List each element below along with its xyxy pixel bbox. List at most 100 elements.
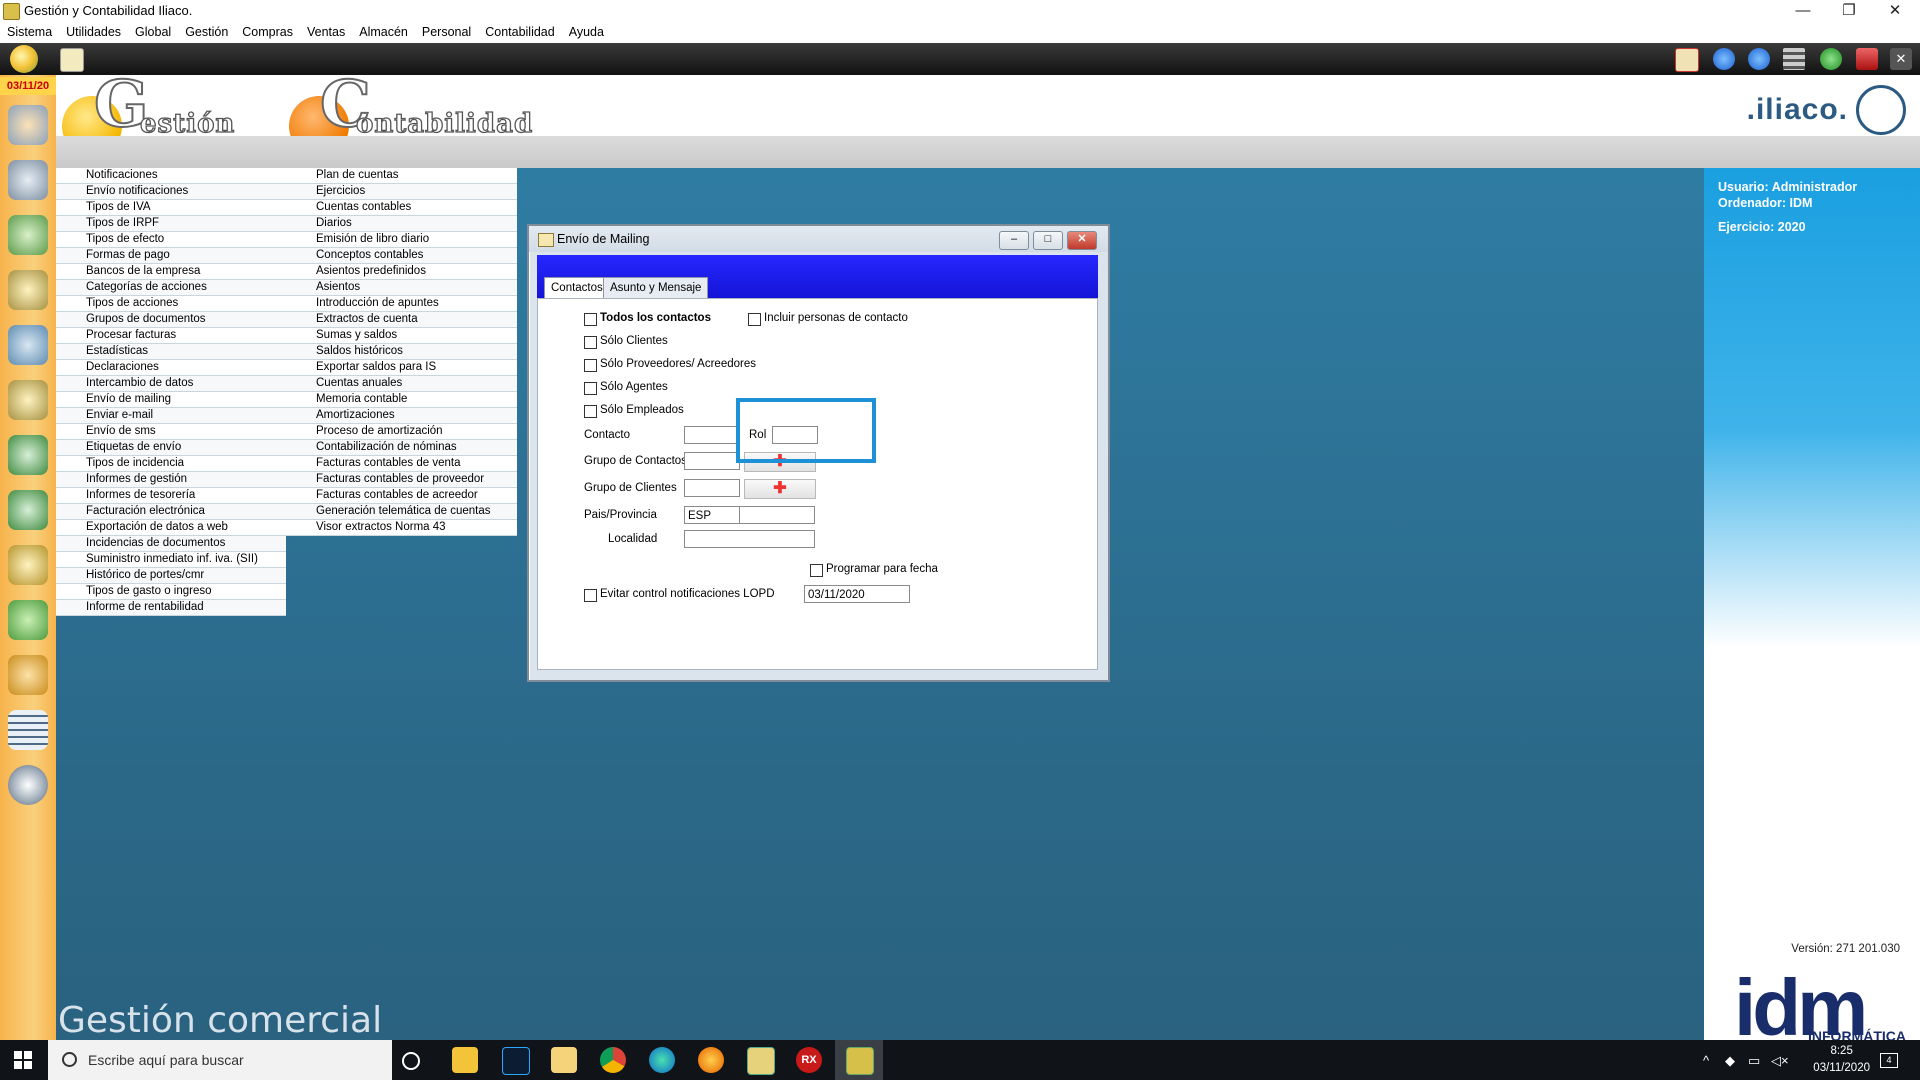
contacto-input[interactable] (684, 426, 740, 444)
contabilidad-menu-item[interactable]: Cuentas contables (286, 200, 517, 216)
gestion-menu-item[interactable]: Envío notificaciones (56, 184, 286, 200)
dialog-maximize-button[interactable]: □ (1033, 231, 1063, 250)
menu-gestion[interactable]: Gestión (178, 22, 235, 43)
gestion-menu-item[interactable]: Grupos de documentos (56, 312, 286, 328)
contabilidad-menu-item[interactable]: Saldos históricos (286, 344, 517, 360)
contabilidad-menu-item[interactable]: Amortizaciones (286, 408, 517, 424)
menu-personal[interactable]: Personal (415, 22, 478, 43)
gestion-menu-item[interactable]: Estadísticas (56, 344, 286, 360)
gestion-menu-item[interactable]: Formas de pago (56, 248, 286, 264)
grupo-clientes-add-button[interactable]: ✚ (744, 479, 816, 499)
report-icon[interactable] (8, 710, 48, 750)
windows-start-icon[interactable] (14, 1051, 32, 1069)
help-icon[interactable] (1820, 48, 1842, 70)
disc-icon[interactable] (8, 765, 48, 805)
gestion-menu-item[interactable]: Tipos de incidencia (56, 456, 286, 472)
task-view-icon[interactable] (402, 1052, 420, 1070)
gestion-menu-item[interactable]: Envío de sms (56, 424, 286, 440)
file-explorer-icon[interactable] (452, 1047, 478, 1073)
solo-clientes-checkbox[interactable] (584, 336, 597, 349)
gestion-menu-item[interactable]: Notificaciones (56, 168, 286, 184)
contabilidad-menu-item[interactable]: Conceptos contables (286, 248, 517, 264)
client-icon[interactable] (8, 215, 48, 255)
iliaco-app-icon[interactable] (747, 1047, 775, 1075)
gestion-menu-item[interactable]: Etiquetas de envío (56, 440, 286, 456)
contabilidad-menu-item[interactable]: Sumas y saldos (286, 328, 517, 344)
contabilidad-menu-item[interactable]: Generación telemática de cuentas (286, 504, 517, 520)
dropbox-icon[interactable]: ◆ (1725, 1053, 1735, 1069)
tab-asunto-mensaje[interactable]: Asunto y Mensaje (603, 277, 709, 298)
programar-checkbox[interactable] (810, 564, 823, 577)
provincia-input[interactable] (739, 506, 815, 524)
back-arrow-icon[interactable] (1713, 48, 1735, 70)
pais-input[interactable]: ESP (684, 506, 740, 524)
menu-sistema[interactable]: Sistema (0, 22, 59, 43)
mail-alert-icon[interactable] (1675, 48, 1699, 72)
contabilidad-menu-item[interactable]: Emisión de libro diario (286, 232, 517, 248)
contabilidad-menu-item[interactable]: Extractos de cuenta (286, 312, 517, 328)
fecha-input[interactable]: 03/11/2020 (804, 585, 910, 603)
gestion-menu-item[interactable]: Exportación de datos a web (56, 520, 286, 536)
contabilidad-menu-item[interactable]: Facturas contables de proveedor (286, 472, 517, 488)
folder-icon[interactable] (551, 1047, 577, 1073)
home-icon[interactable] (10, 45, 38, 73)
taskbar-clock[interactable]: 8:25 03/11/2020 (1813, 1043, 1870, 1077)
contabilidad-menu-item[interactable]: Facturas contables de venta (286, 456, 517, 472)
gestion-menu-item[interactable]: Tipos de acciones (56, 296, 286, 312)
fc-icon[interactable] (8, 545, 48, 585)
restore-button[interactable]: ❐ (1826, 0, 1872, 22)
gestion-menu-item[interactable]: Incidencias de documentos (56, 536, 286, 552)
mail-icon[interactable] (60, 48, 84, 72)
notifications-icon[interactable]: 4 (1880, 1053, 1898, 1068)
tab-contactos[interactable]: Contactos (544, 277, 610, 300)
contabilidad-menu-item[interactable]: Ejercicios (286, 184, 517, 200)
menu-almacen[interactable]: Almacén (352, 22, 415, 43)
edge-icon[interactable] (649, 1047, 675, 1073)
taskbar-search-box[interactable]: Escribe aquí para buscar (48, 1040, 392, 1080)
dialog-minimize-button[interactable]: – (999, 231, 1029, 250)
menu-ventas[interactable]: Ventas (300, 22, 352, 43)
menu-contabilidad[interactable]: Contabilidad (478, 22, 562, 43)
f-icon[interactable] (8, 490, 48, 530)
dialog-close-button[interactable]: ✕ (1067, 231, 1097, 250)
solo-empleados-checkbox[interactable] (584, 405, 597, 418)
gestion-menu-item[interactable]: Intercambio de datos (56, 376, 286, 392)
solo-agentes-checkbox[interactable] (584, 382, 597, 395)
forward-arrow-icon[interactable] (1748, 48, 1770, 70)
provider-p-icon[interactable] (8, 270, 48, 310)
evitar-lopd-checkbox[interactable] (584, 589, 597, 602)
gestion-app-icon[interactable] (846, 1047, 874, 1075)
incluir-checkbox[interactable] (748, 313, 761, 326)
photoshop-icon[interactable] (502, 1047, 530, 1075)
contabilidad-menu-item[interactable]: Asientos (286, 280, 517, 296)
grupo-contactos-input[interactable] (684, 452, 740, 470)
contabilidad-menu-item[interactable]: Visor extractos Norma 43 (286, 520, 517, 536)
contabilidad-menu-item[interactable]: Contabilización de nóminas (286, 440, 517, 456)
contabilidad-menu-item[interactable]: Diarios (286, 216, 517, 232)
gestion-menu-item[interactable]: Informes de tesorería (56, 488, 286, 504)
close-window-icon[interactable] (1856, 48, 1878, 70)
volume-muted-icon[interactable]: ◁× (1771, 1053, 1789, 1069)
menu-compras[interactable]: Compras (235, 22, 300, 43)
contabilidad-menu-item[interactable]: Cuentas anuales (286, 376, 517, 392)
gestion-menu-item[interactable]: Informe de rentabilidad (56, 600, 286, 616)
list-icon[interactable] (1783, 48, 1805, 70)
network-icon[interactable]: ▭ (1748, 1053, 1760, 1069)
solo-proveedores-checkbox[interactable] (584, 359, 597, 372)
gestion-menu-item[interactable]: Procesar facturas (56, 328, 286, 344)
grupo-clientes-input[interactable] (684, 479, 740, 497)
gestion-menu-item[interactable]: Envío de mailing (56, 392, 286, 408)
contabilidad-menu-item[interactable]: Introducción de apuntes (286, 296, 517, 312)
gestion-menu-item[interactable]: Tipos de efecto (56, 232, 286, 248)
gestion-menu-item[interactable]: Informes de gestión (56, 472, 286, 488)
rx-app-icon[interactable]: RX (796, 1047, 822, 1073)
minimize-button[interactable]: — (1780, 0, 1826, 22)
contabilidad-menu-item[interactable]: Plan de cuentas (286, 168, 517, 184)
gestion-menu-item[interactable]: Declaraciones (56, 360, 286, 376)
users-icon[interactable] (8, 105, 48, 145)
green-bag-icon[interactable] (8, 600, 48, 640)
gestion-menu-item[interactable]: Histórico de portes/cmr (56, 568, 286, 584)
gestion-menu-item[interactable]: Enviar e-mail (56, 408, 286, 424)
tray-chevron-icon[interactable]: ^ (1703, 1053, 1709, 1068)
contabilidad-menu-item[interactable]: Asientos predefinidos (286, 264, 517, 280)
